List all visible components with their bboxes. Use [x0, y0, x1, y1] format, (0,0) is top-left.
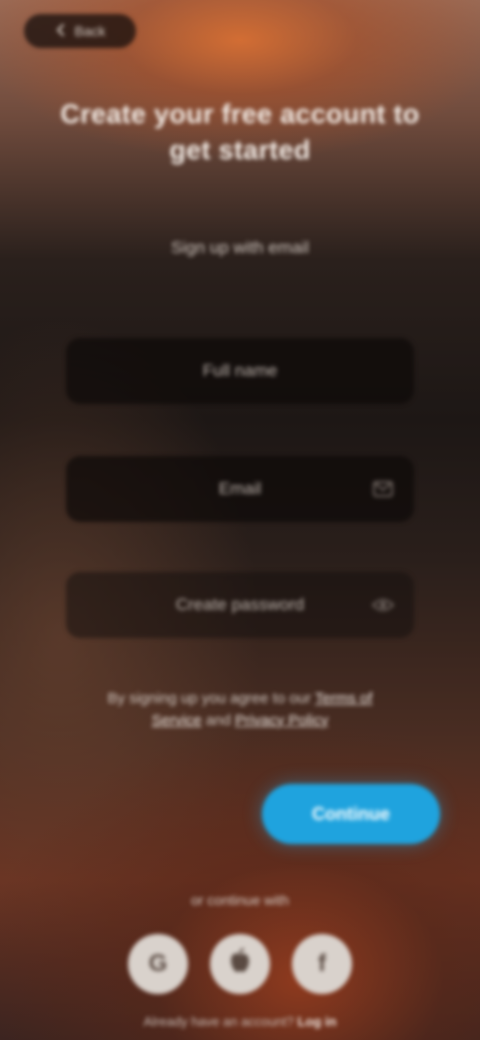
continue-button[interactable]: Continue	[262, 784, 440, 844]
page-subtitle: Sign up with email	[171, 238, 309, 257]
social-divider-label: or continue with	[190, 892, 290, 908]
password-placeholder: Create password	[175, 595, 305, 614]
page-title: Create your free account to get started	[60, 99, 420, 165]
google-icon: G	[148, 950, 168, 977]
arrow-left-icon	[54, 23, 68, 40]
password-field[interactable]: Create password	[66, 572, 414, 638]
facebook-icon: f	[318, 950, 326, 977]
name-placeholder: Full name	[202, 361, 278, 380]
terms-prefix: By signing up you agree to our	[107, 690, 312, 707]
signup-screen: Back Create your free account to get sta…	[0, 0, 480, 1040]
privacy-link[interactable]: Privacy Policy	[235, 712, 328, 729]
terms-middle: and	[205, 712, 231, 729]
apple-button[interactable]	[210, 934, 270, 994]
name-field[interactable]: Full name	[66, 338, 414, 404]
social-login-row: G f	[128, 934, 352, 998]
terms-text: By signing up you agree to our Terms of …	[88, 688, 392, 732]
facebook-button[interactable]: f	[292, 934, 352, 994]
back-button[interactable]: Back	[24, 14, 136, 48]
continue-label: Continue	[312, 803, 390, 824]
eye-icon[interactable]	[372, 594, 394, 616]
email-placeholder: Email	[218, 479, 262, 498]
back-label: Back	[74, 23, 106, 39]
login-prompt: Already have an account? Log in	[60, 1014, 420, 1029]
mail-icon	[372, 478, 394, 500]
google-button[interactable]: G	[128, 934, 188, 994]
email-field[interactable]: Email	[66, 456, 414, 522]
apple-icon	[229, 947, 251, 981]
login-link[interactable]: Log in	[297, 1014, 336, 1029]
login-prompt-text: Already have an account?	[143, 1014, 294, 1029]
